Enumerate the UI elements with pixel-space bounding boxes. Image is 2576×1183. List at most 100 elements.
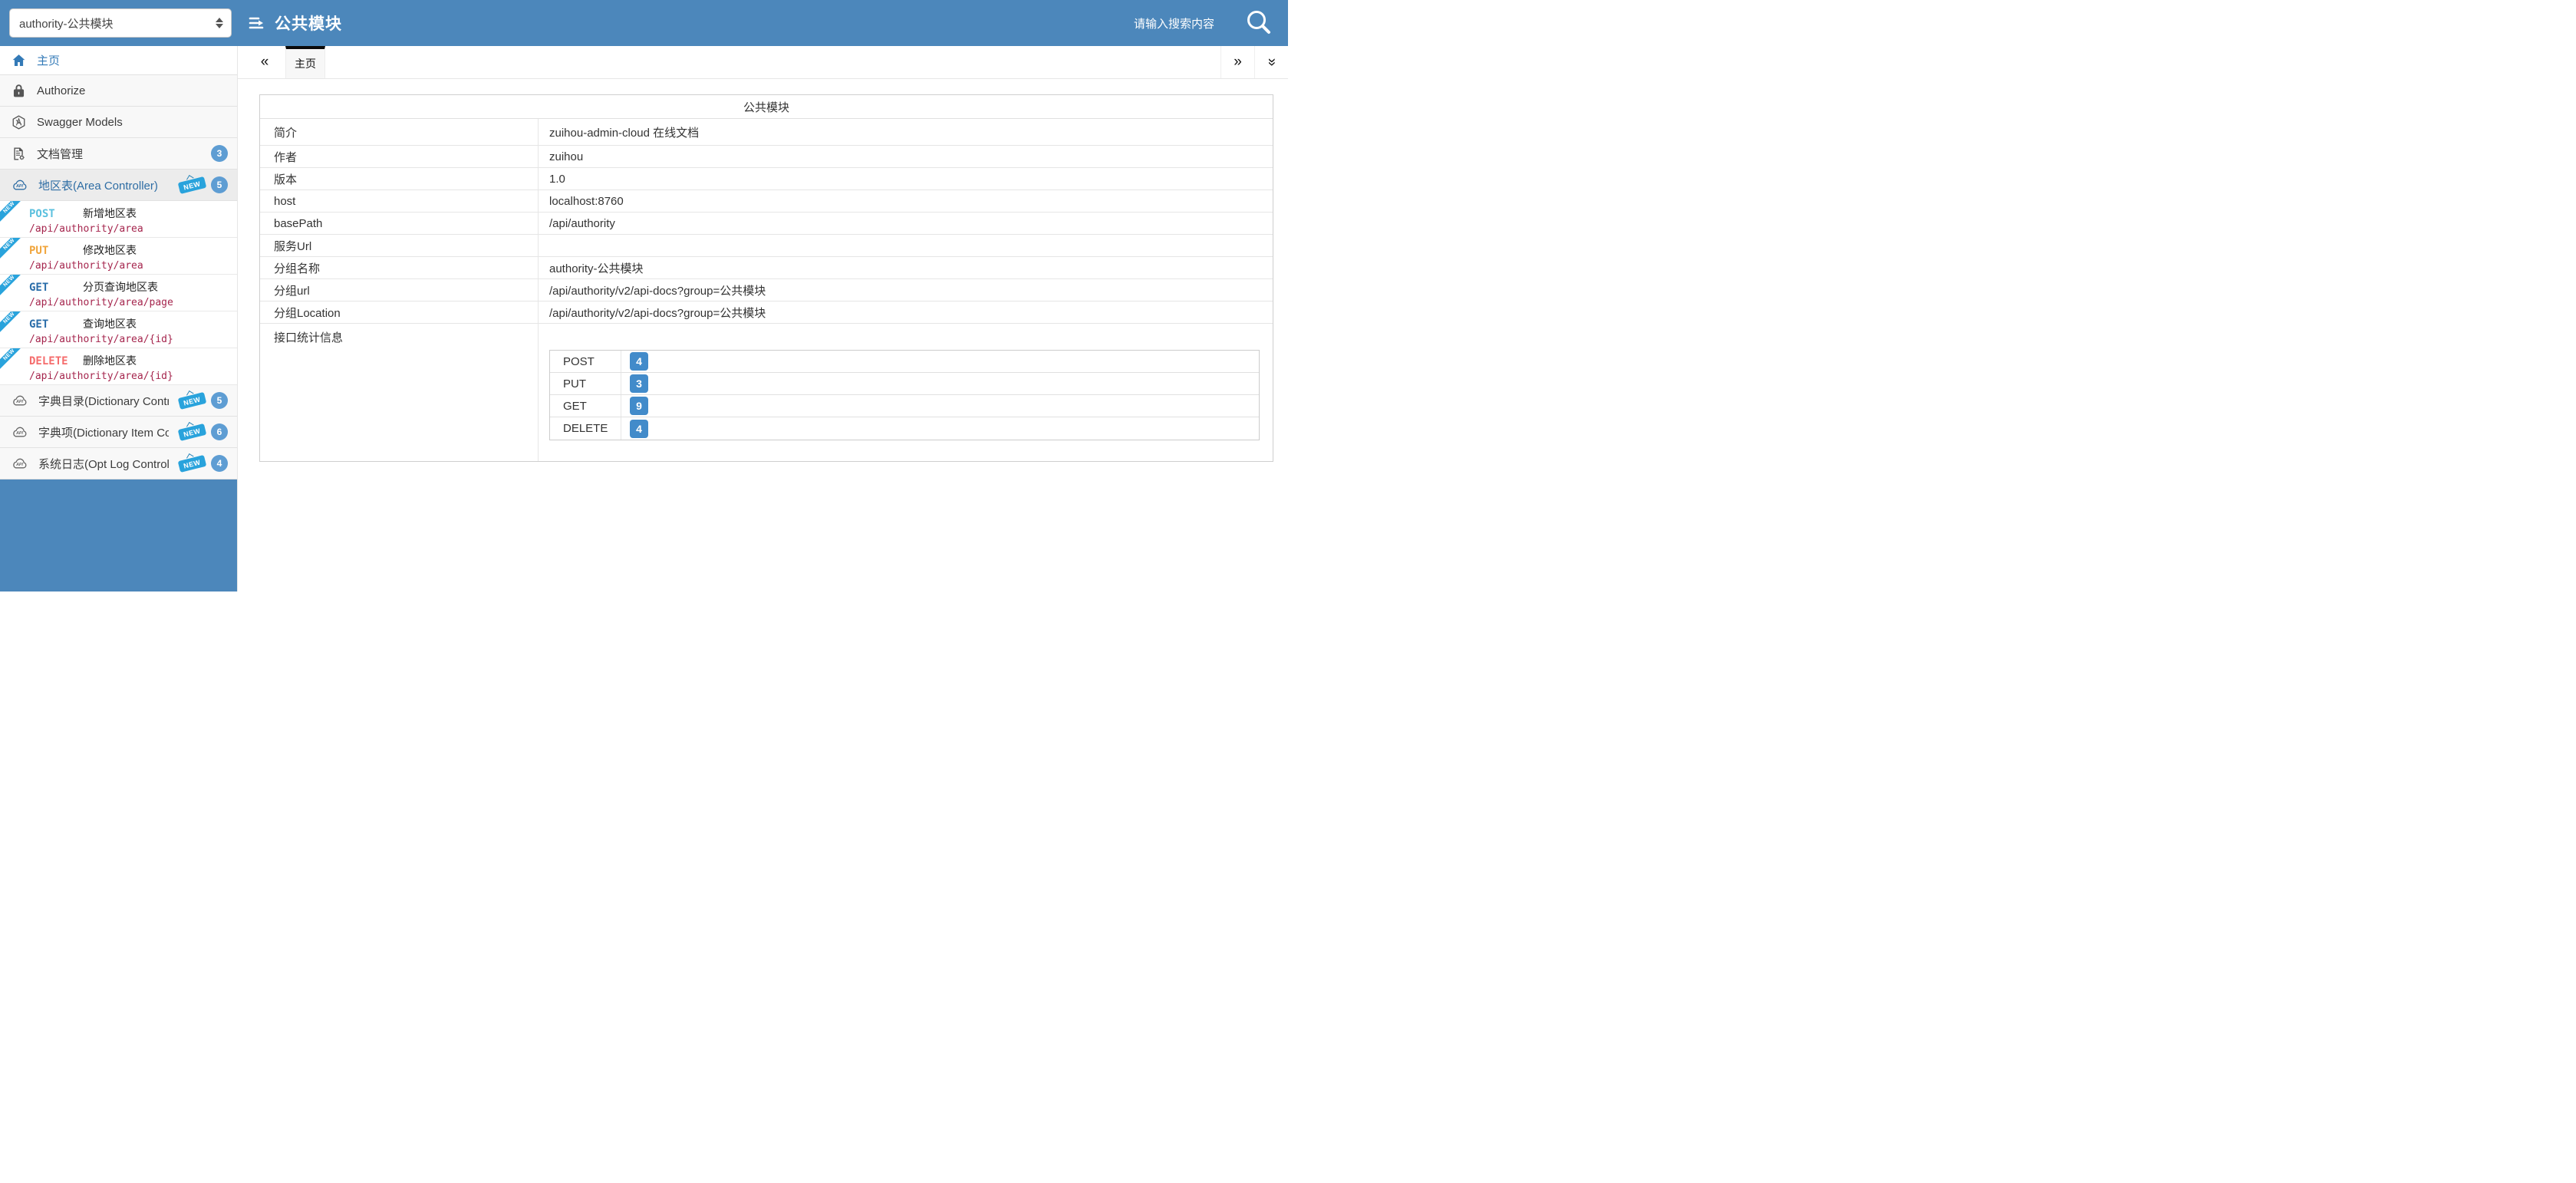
count-badge: 5: [211, 176, 228, 193]
sidebar-item-label: Swagger Models: [37, 116, 123, 129]
api-name: 查询地区表: [83, 316, 137, 331]
svg-text:API: API: [15, 183, 23, 188]
api-cloud-icon: API: [11, 176, 28, 194]
main-content: « 主页 » » 公共模块 简介 zuihou-admin-cloud 在线文档…: [238, 46, 1288, 592]
row-label: 简介: [260, 119, 539, 145]
sidebar-item-home[interactable]: 主页: [0, 46, 237, 75]
menu-lines-icon: [247, 13, 267, 33]
new-ribbon-icon: NEW: [0, 275, 23, 298]
http-verb: GET: [29, 318, 83, 331]
api-item-delete-area[interactable]: NEW DELETE 删除地区表 /api/authority/area/{id…: [0, 348, 237, 385]
new-tag-badge: NEW: [177, 176, 206, 194]
tab-collapse-button[interactable]: »: [1254, 46, 1288, 78]
row-label: 分组名称: [260, 257, 539, 278]
row-value: /api/authority/v2/api-docs?group=公共模块: [539, 279, 1273, 301]
api-path: /api/authority/area/page: [29, 297, 232, 308]
top-header: authority-公共模块 公共模块 请输入搜索内容: [0, 0, 1288, 46]
http-verb: GET: [29, 282, 83, 294]
hexagon-model-icon: [11, 114, 27, 130]
api-item-get-area-page[interactable]: NEW GET 分页查询地区表 /api/authority/area/page: [0, 275, 237, 311]
select-spinner-icon: [216, 18, 223, 28]
svg-text:API: API: [15, 399, 23, 404]
sidebar-item-area-controller[interactable]: API 地区表(Area Controller) NEW 5: [0, 170, 237, 201]
new-tag-badge: NEW: [177, 392, 206, 410]
sidebar-item-label: Authorize: [37, 84, 85, 97]
tab-bar: « 主页 » »: [238, 46, 1288, 79]
api-name: 新增地区表: [83, 206, 137, 221]
api-cloud-icon: API: [11, 455, 28, 473]
table-row-stats: 接口统计信息 POST 4 PUT 3: [260, 324, 1273, 461]
group-select-value: authority-公共模块: [19, 15, 216, 31]
sidebar-item-label: 地区表(Area Controller): [38, 177, 158, 193]
count-badge: 6: [211, 423, 228, 440]
stats-count-badge: 9: [630, 397, 648, 415]
count-badge: 5: [211, 392, 228, 409]
new-tag-badge: NEW: [177, 455, 206, 473]
new-ribbon-icon: NEW: [0, 311, 23, 334]
search-icon[interactable]: [1244, 8, 1274, 38]
table-title: 公共模块: [260, 95, 1273, 119]
sidebar: 主页 Authorize Swagger M: [0, 46, 238, 592]
svg-text:API: API: [15, 462, 23, 466]
sidebar-item-authorize[interactable]: Authorize: [0, 75, 237, 107]
header-search[interactable]: 请输入搜索内容: [1134, 8, 1288, 38]
stats-row: DELETE 4: [550, 417, 1259, 440]
row-value: zuihou-admin-cloud 在线文档: [539, 119, 1273, 145]
app-root: authority-公共模块 公共模块 请输入搜索内容: [0, 0, 1288, 592]
group-select[interactable]: authority-公共模块: [9, 8, 232, 38]
double-down-chevron-icon: »: [1263, 58, 1280, 67]
tab-scroll-left-button[interactable]: «: [249, 46, 281, 78]
table-row: 作者 zuihou: [260, 146, 1273, 168]
svg-text:API: API: [15, 430, 23, 435]
stats-count-badge: 4: [630, 420, 648, 438]
tab-scroll-right-button[interactable]: »: [1220, 46, 1254, 78]
sidebar-item-dictionary-controller[interactable]: API 字典目录(Dictionary Controller) NEW 5: [0, 385, 237, 417]
api-item-get-area-id[interactable]: NEW GET 查询地区表 /api/authority/area/{id}: [0, 311, 237, 348]
sidebar-item-label: 字典目录(Dictionary Controller): [38, 393, 169, 409]
search-placeholder-text: 请输入搜索内容: [1134, 15, 1214, 31]
stats-method-label: POST: [550, 351, 621, 372]
page-title: 公共模块: [247, 12, 342, 35]
row-label: 分组url: [260, 279, 539, 301]
row-value: localhost:8760: [539, 190, 1273, 212]
api-path: /api/authority/area: [29, 260, 232, 272]
tab-spacer: [325, 46, 1220, 78]
stats-count-badge: 3: [630, 374, 648, 393]
method-stats-table: POST 4 PUT 3 GET 9: [549, 350, 1260, 440]
tab-home[interactable]: 主页: [285, 46, 325, 78]
api-cloud-icon: API: [11, 423, 28, 441]
table-row: 版本 1.0: [260, 168, 1273, 190]
row-label: basePath: [260, 213, 539, 234]
sidebar-item-label: 字典项(Dictionary Item Controller): [38, 424, 169, 440]
sidebar-item-label: 主页: [37, 52, 60, 68]
api-path: /api/authority/area: [29, 223, 232, 235]
api-item-put-area[interactable]: NEW PUT 修改地区表 /api/authority/area: [0, 238, 237, 275]
stats-row: PUT 3: [550, 373, 1259, 395]
sidebar-item-opt-log-controller[interactable]: API 系统日志(Opt Log Controller) NEW 4: [0, 448, 237, 479]
new-ribbon-icon: NEW: [0, 201, 23, 224]
sidebar-item-dictionary-item-controller[interactable]: API 字典项(Dictionary Item Controller) NEW …: [0, 417, 237, 448]
sidebar-item-label: 系统日志(Opt Log Controller): [38, 456, 169, 472]
row-value: authority-公共模块: [539, 257, 1273, 278]
table-row: 简介 zuihou-admin-cloud 在线文档: [260, 119, 1273, 146]
sidebar-item-label: 文档管理: [37, 146, 83, 162]
row-label: 分组Location: [260, 302, 539, 323]
count-badge: 3: [211, 145, 228, 162]
http-verb: DELETE: [29, 355, 83, 367]
row-label: 作者: [260, 146, 539, 167]
row-value: 1.0: [539, 168, 1273, 189]
row-label: 版本: [260, 168, 539, 189]
new-ribbon-icon: NEW: [0, 348, 23, 371]
api-item-post-area[interactable]: NEW POST 新增地区表 /api/authority/area: [0, 201, 237, 238]
stats-count-badge: 4: [630, 352, 648, 371]
count-badge: 4: [211, 455, 228, 472]
table-row: host localhost:8760: [260, 190, 1273, 213]
api-path: /api/authority/area/{id}: [29, 371, 232, 382]
home-icon: [11, 52, 27, 68]
sidebar-item-swagger-models[interactable]: Swagger Models: [0, 107, 237, 138]
sidebar-item-doc-manage[interactable]: 文档管理 3: [0, 138, 237, 170]
row-value: POST 4 PUT 3 GET 9: [539, 324, 1273, 461]
row-label: 服务Url: [260, 235, 539, 256]
document-gear-icon: [11, 146, 27, 162]
api-name: 修改地区表: [83, 242, 137, 258]
